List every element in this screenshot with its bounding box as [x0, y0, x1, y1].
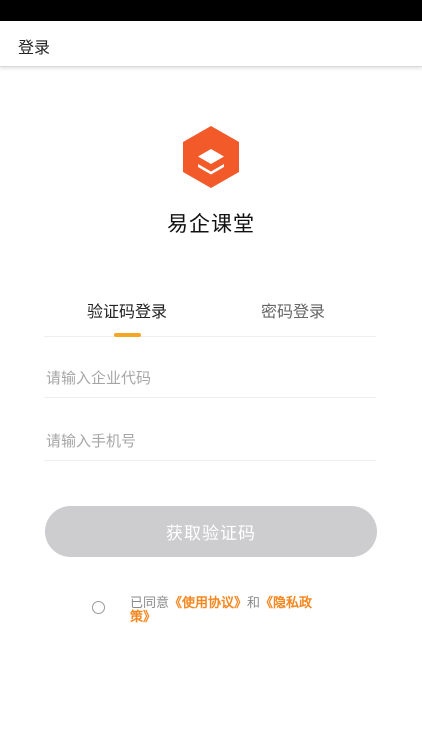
- hexagon-logo-icon: [183, 126, 239, 188]
- agreement-conjunction: 和: [247, 596, 261, 611]
- agreement-text: 已同意《使用协议》和《隐私政策》: [130, 597, 330, 625]
- phone-number-input[interactable]: [44, 421, 376, 461]
- status-bar: [0, 0, 422, 21]
- get-code-button[interactable]: 获取验证码: [45, 506, 377, 557]
- agreement-radio[interactable]: [92, 601, 105, 614]
- tab-label: 密码登录: [260, 302, 325, 321]
- tab-password-login[interactable]: 密码登录: [210, 293, 376, 337]
- login-tabs: 验证码登录 密码登录: [44, 293, 376, 337]
- company-code-input[interactable]: [44, 358, 376, 398]
- terms-link[interactable]: 《使用协议》: [169, 596, 247, 611]
- app-name: 易企课堂: [167, 212, 255, 236]
- tab-sms-code-login[interactable]: 验证码登录: [44, 293, 210, 337]
- active-tab-indicator: [114, 333, 141, 337]
- page-title: 登录: [18, 38, 51, 57]
- agreement-prefix: 已同意: [130, 596, 170, 611]
- tab-label: 验证码登录: [86, 302, 167, 321]
- title-bar: 登录: [0, 21, 422, 67]
